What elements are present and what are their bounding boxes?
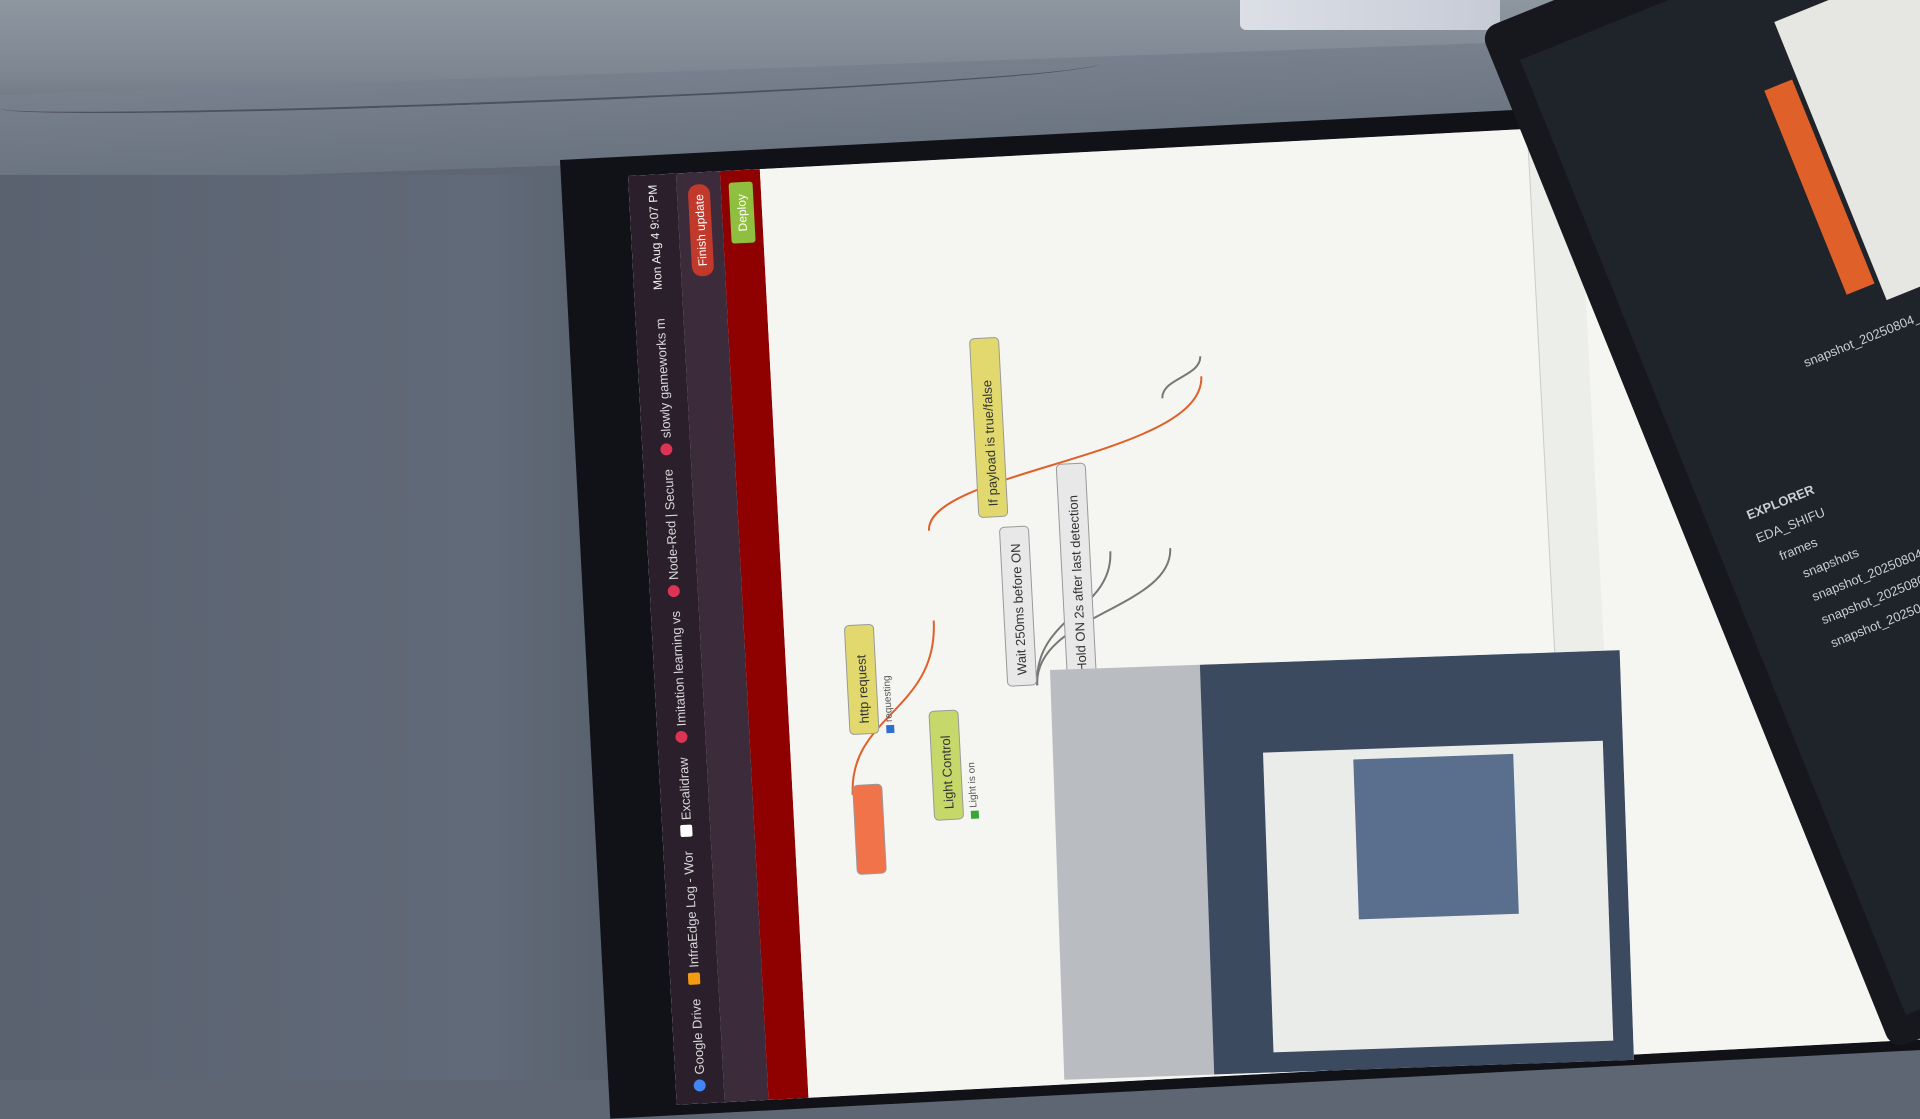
status-dot [970,810,979,819]
tab-infraedge-log[interactable]: InfraEdge Log - Wor [679,850,702,986]
google-icon [660,442,673,456]
wire-hold-switch [1161,356,1202,399]
tab-node-red[interactable]: Node-Red | Secure [660,469,682,598]
google-icon [675,731,688,744]
bottle [1240,0,1500,30]
drive-icon [693,1079,707,1092]
tab-excalidraw[interactable]: Excalidraw [675,757,694,838]
light-control-node[interactable]: Light Control [928,709,965,821]
folder-frames[interactable]: frames [1777,534,1819,563]
tab-slowly-gameworks[interactable]: slowly gameworks m [652,318,674,456]
deploy-button[interactable]: Deploy [728,181,756,245]
status-dot [885,724,895,734]
wire-light-hold [1036,548,1172,686]
tab-label: Node-Red | Secure [659,468,681,581]
open-file-tab[interactable]: snapshot_20250804_204111.jpg [1801,286,1920,370]
tab-label: Imitation learning vs [667,610,689,727]
preview-thumbnail [1353,753,1519,920]
doc-icon [687,972,701,986]
system-clock: Mon Aug 4 9:07 PM [645,184,665,291]
tab-label: Excalidraw [675,756,694,821]
finish-update-button[interactable]: Finish update [687,183,715,277]
tab-google-drive[interactable]: Google Drive [688,998,708,1092]
tab-label: InfraEdge Log - Wor [679,850,702,969]
camera-preview-window [1050,650,1634,1080]
tab-label: slowly gameworks m [652,317,674,439]
http-request-node[interactable]: http request [843,623,880,736]
tab-imitation-learning[interactable]: Imitation learning vs [667,611,689,744]
inject-node[interactable] [852,783,887,875]
node-red-icon [667,584,681,598]
tab-label: Google Drive [687,998,707,1075]
excalidraw-icon [680,824,693,838]
